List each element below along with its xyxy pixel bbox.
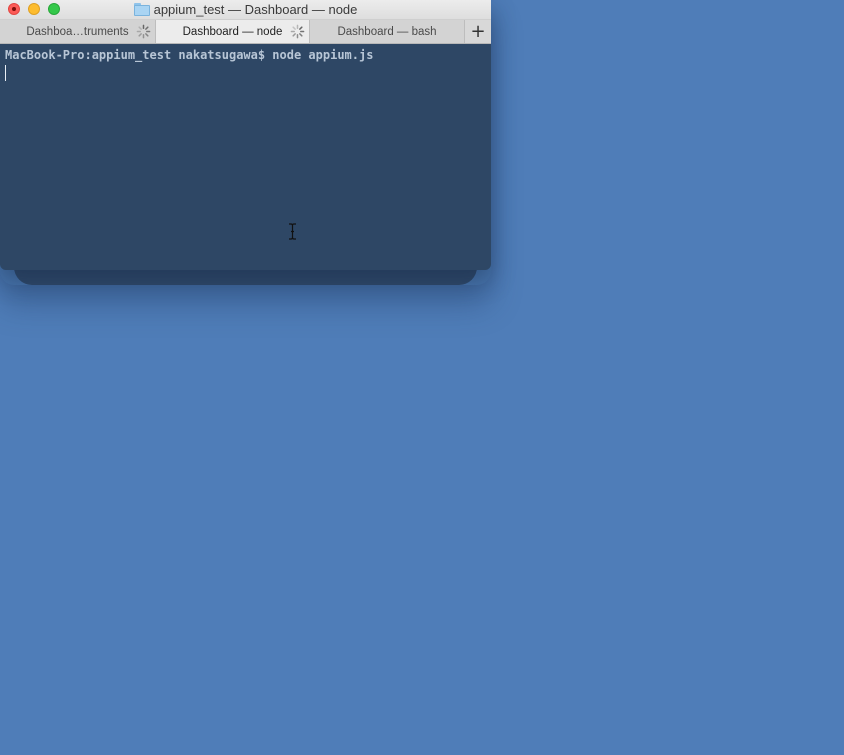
title-wrap: appium_test — Dashboard — node <box>0 0 491 19</box>
folder-icon <box>133 2 150 16</box>
spinner-icon <box>290 24 305 39</box>
tab-label: Dashboard — node <box>182 25 283 38</box>
tab-label: Dashboard — bash <box>337 25 437 38</box>
spinner-icon <box>136 24 151 39</box>
new-tab-button[interactable]: + <box>465 20 491 43</box>
window-title: appium_test — Dashboard — node <box>153 2 358 17</box>
tab-label: Dashboa…truments <box>26 25 129 38</box>
titlebar[interactable]: appium_test — Dashboard — node <box>0 0 491 20</box>
tab-bash[interactable]: Dashboard — bash <box>310 20 465 43</box>
tab-node[interactable]: Dashboard — node <box>156 20 310 43</box>
desktop: appium_test — Dashboard — node Dashboa…t… <box>0 0 844 755</box>
prompt-line: MacBook-Pro:appium_test nakatsugawa$ nod… <box>5 48 374 62</box>
terminal-content[interactable]: MacBook-Pro:appium_test nakatsugawa$ nod… <box>0 44 491 270</box>
ibeam-cursor-icon <box>289 223 296 240</box>
tab-instruments[interactable]: Dashboa…truments <box>0 20 156 43</box>
terminal-window: appium_test — Dashboard — node Dashboa…t… <box>0 0 491 270</box>
text-caret <box>5 65 6 81</box>
tab-bar: Dashboa…truments Dashboard — node Dashbo… <box>0 20 491 44</box>
